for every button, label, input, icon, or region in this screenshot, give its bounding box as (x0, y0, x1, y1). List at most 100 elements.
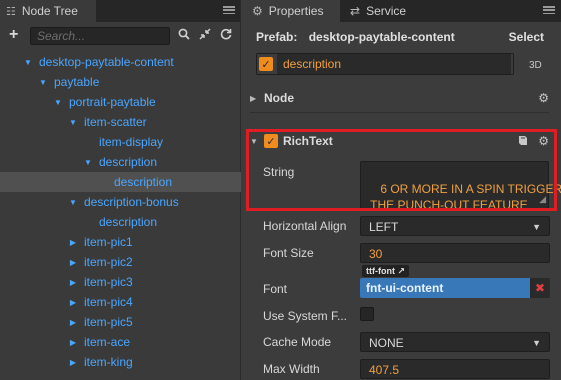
node-tree-icon: ☷ (6, 5, 16, 18)
node-tree-panel: ☷ Node Tree + Search... ▼ desktop-paytabl… (0, 0, 241, 380)
tree-node[interactable]: ▶item-display (0, 132, 241, 152)
tree-node-label: description (99, 215, 158, 229)
inspector-menu-icon[interactable] (543, 4, 555, 16)
external-link-icon: ↗ (397, 266, 406, 276)
chevron-right-icon[interactable]: ▶ (68, 338, 78, 347)
ttf-font-badge[interactable]: ttf-font ↗ (362, 265, 410, 277)
tree-node-label: item-scatter (84, 115, 147, 129)
tree-node-label: description-bonus (84, 195, 179, 209)
node-section-header[interactable]: ▶ Node ⚙ (250, 87, 549, 109)
prefab-name: desktop-paytable-content (308, 30, 455, 44)
tab-properties-label: Properties (268, 4, 324, 18)
tab-service[interactable]: ⇄ Service (342, 0, 432, 22)
chevron-right-icon: ▶ (250, 93, 257, 103)
clear-font-icon[interactable]: ✖ (530, 278, 550, 298)
gear-icon: ⚙ (252, 4, 263, 18)
tree-node[interactable]: ▼ description (0, 152, 241, 172)
chevron-right-icon[interactable]: ▶ (68, 258, 78, 267)
chevron-right-icon[interactable]: ▶ (68, 358, 78, 367)
cache-mode-value: NONE (369, 336, 404, 350)
halign-label: Horizontal Align (263, 219, 347, 233)
cache-mode-select[interactable]: NONE ▼ (360, 332, 550, 352)
gear-icon[interactable]: ⚙ (538, 91, 549, 105)
tree-node[interactable]: ▶ item-pic5 (0, 312, 241, 332)
tab-node-tree-label: Node Tree (21, 4, 78, 18)
ttf-font-badge-label: ttf-font (366, 266, 395, 276)
tree-node-label: item-ace (84, 335, 131, 349)
fontsize-label: Font Size (263, 246, 314, 260)
tree-node-label: description (114, 175, 173, 189)
cache-mode-label: Cache Mode (263, 335, 332, 349)
tree-node[interactable]: ▼ desktop-paytable-content (0, 52, 241, 72)
panel-menu-icon[interactable] (223, 4, 235, 16)
tree-node-label: desktop-paytable-content (39, 55, 174, 69)
font-asset-field[interactable]: fnt-ui-content (360, 278, 530, 298)
halign-value: LEFT (369, 220, 399, 234)
chevron-right-icon[interactable]: ▶ (68, 238, 78, 247)
section-divider (250, 112, 549, 113)
chevron-down-icon[interactable]: ▼ (83, 158, 93, 167)
add-node-icon[interactable]: + (9, 26, 18, 44)
node-name-bar: ✓ description (256, 53, 514, 75)
tree-node-label: item-pic2 (84, 255, 133, 269)
node-active-checkbox[interactable]: ✓ (259, 57, 273, 71)
chevron-down-icon: ▼ (532, 222, 541, 232)
chevron-down-icon[interactable]: ▼ (68, 198, 78, 207)
tree-node[interactable]: ▶ item-pic1 (0, 232, 241, 252)
3d-toggle[interactable]: 3D (529, 60, 542, 71)
search-icon[interactable] (178, 28, 190, 43)
font-label: Font (263, 282, 288, 296)
node-tree-list: ▼ desktop-paytable-content ▼ paytable ▼ portr… (0, 52, 241, 372)
inspector-tabbar: ⚙ Properties ⇄ Service (244, 0, 561, 22)
node-section-title: Node (264, 91, 294, 105)
search-input[interactable]: Search... (30, 27, 170, 45)
tree-node-label: item-pic3 (84, 275, 133, 289)
tree-node-label: portrait-paytable (69, 95, 156, 109)
tab-service-label: Service (366, 4, 407, 18)
tree-node-label: description (99, 155, 158, 169)
tree-node-label: item-display (99, 135, 164, 149)
halign-select[interactable]: LEFT ▼ (360, 216, 550, 236)
tree-node[interactable]: ▶ item-king (0, 352, 241, 372)
tree-node[interactable]: ▼ item-scatter (0, 112, 241, 132)
prefab-label: Prefab: (256, 30, 298, 44)
tree-node[interactable]: ▶ item-pic3 (0, 272, 241, 292)
tree-node-label: paytable (54, 75, 100, 89)
max-width-label: Max Width (263, 362, 320, 376)
refresh-icon[interactable] (220, 28, 232, 43)
system-font-checkbox[interactable] (360, 307, 374, 321)
chevron-down-icon[interactable]: ▼ (53, 98, 63, 107)
node-tree-toolbar: + Search... (0, 22, 240, 50)
tree-node[interactable]: ▼ paytable (0, 72, 241, 92)
chevron-right-icon[interactable]: ▶ (68, 278, 78, 287)
max-width-input[interactable]: 407.5 (360, 359, 550, 379)
select-button[interactable]: Select (509, 30, 544, 44)
node-name-input[interactable]: description (277, 54, 511, 74)
prefab-bar: Prefab: desktop-paytable-content Select (256, 30, 561, 44)
chevron-right-icon[interactable]: ▶ (68, 298, 78, 307)
chevron-down-icon: ▼ (532, 338, 541, 348)
tree-node[interactable]: ▶description (0, 172, 241, 192)
fontsize-input[interactable]: 30 (360, 243, 550, 263)
chevron-right-icon[interactable]: ▶ (68, 318, 78, 327)
tree-node-label: item-pic5 (84, 315, 133, 329)
node-tree-tabbar: ☷ Node Tree (0, 0, 240, 22)
collapse-all-icon[interactable] (199, 28, 211, 43)
tree-node[interactable]: ▶description (0, 212, 241, 232)
richtext-highlight-box (246, 129, 557, 211)
tree-node[interactable]: ▶ item-pic2 (0, 252, 241, 272)
tree-node[interactable]: ▼ portrait-paytable (0, 92, 241, 112)
service-icon: ⇄ (350, 4, 361, 18)
tree-node[interactable]: ▼ description-bonus (0, 192, 241, 212)
system-font-label: Use System F... (263, 309, 348, 323)
chevron-down-icon[interactable]: ▼ (38, 78, 48, 87)
tree-node[interactable]: ▶ item-ace (0, 332, 241, 352)
chevron-down-icon[interactable]: ▼ (68, 118, 78, 127)
tree-node-label: item-pic4 (84, 295, 133, 309)
tree-node-label: item-pic1 (84, 235, 133, 249)
tab-properties[interactable]: ⚙ Properties (244, 0, 340, 22)
chevron-down-icon[interactable]: ▼ (23, 58, 33, 67)
tree-node-label: item-king (84, 355, 133, 369)
tab-node-tree[interactable]: ☷ Node Tree (0, 0, 96, 22)
tree-node[interactable]: ▶ item-pic4 (0, 292, 241, 312)
